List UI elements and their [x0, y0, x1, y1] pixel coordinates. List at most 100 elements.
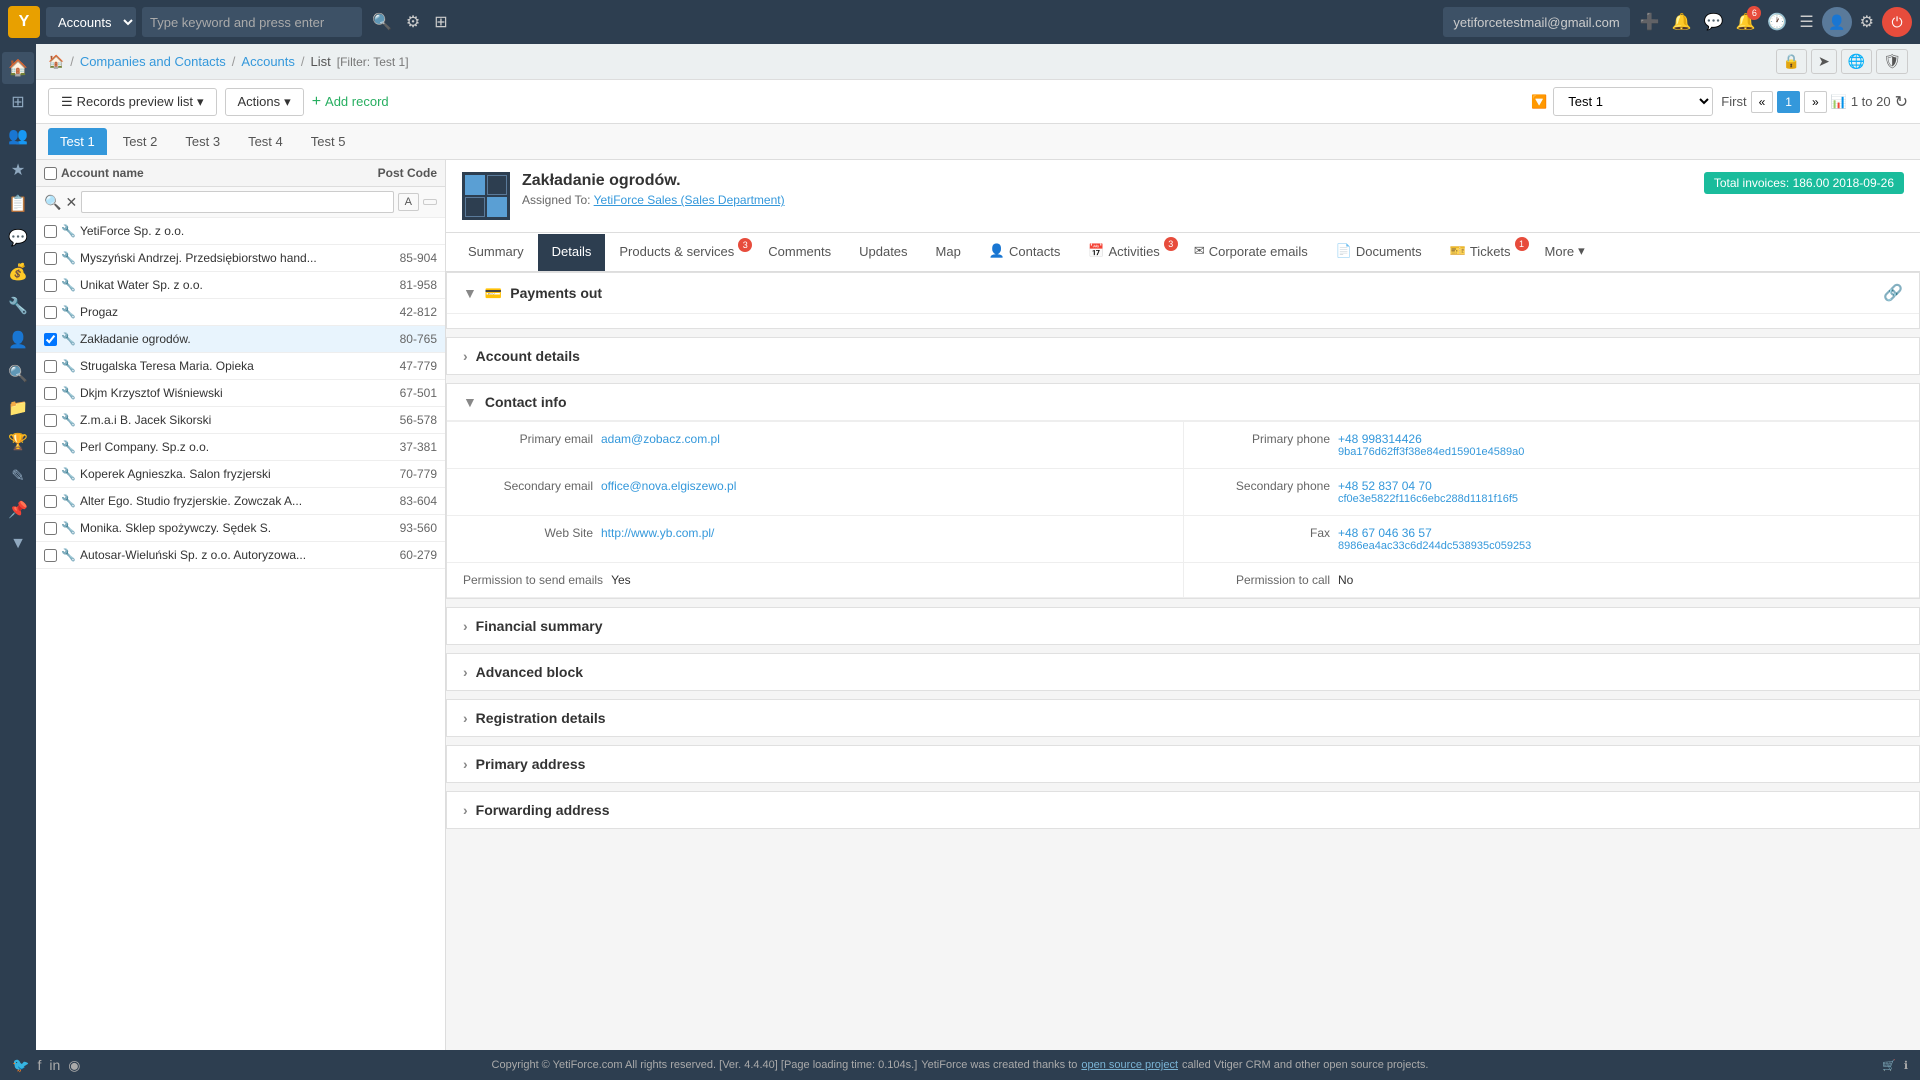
next-page-button[interactable]: » [1804, 91, 1827, 113]
list-item[interactable]: 🔧 Progaz 42-812 [36, 299, 445, 326]
history-icon[interactable]: 🕐 [1763, 8, 1791, 36]
row-checkbox[interactable] [44, 360, 57, 373]
tab-map[interactable]: Map [922, 234, 975, 271]
tab-comments[interactable]: Comments [754, 234, 845, 271]
row-wrench-button[interactable]: 🔧 [61, 332, 76, 346]
list-extra-button[interactable] [423, 199, 437, 205]
tab-activities[interactable]: 📅 Activities 3 [1074, 233, 1179, 271]
list-item[interactable]: 🔧 Monika. Sklep spożywczy. Sędek S. 93-5… [36, 515, 445, 542]
filter-select[interactable]: Test 1 [1553, 87, 1713, 116]
row-wrench-button[interactable]: 🔧 [61, 467, 76, 481]
tab-test5[interactable]: Test 5 [299, 128, 358, 155]
select-all-checkbox[interactable] [44, 167, 57, 180]
sidebar-item-edit[interactable]: ✎ [2, 460, 34, 492]
primary-phone-hash[interactable]: 9ba176d62ff3f38e84ed15901e4589a0 [1338, 446, 1524, 458]
primary-address-header[interactable]: › Primary address [447, 746, 1919, 782]
advanced-block-header[interactable]: › Advanced block [447, 654, 1919, 690]
row-checkbox[interactable] [44, 306, 57, 319]
fax-hash[interactable]: 8986ea4ac33c6d244dc538935c059253 [1338, 540, 1531, 552]
prev-page-button[interactable]: « [1751, 91, 1774, 113]
list-search-icon[interactable]: 🔍 [44, 194, 61, 211]
user-email-button[interactable]: yetiforcetestmail@gmail.com [1443, 7, 1629, 37]
breadcrumb-companies[interactable]: Companies and Contacts [80, 54, 226, 69]
list-item[interactable]: 🔧 Autosar-Wieluński Sp. z o.o. Autoryzow… [36, 542, 445, 569]
fax-link[interactable]: +48 67 046 36 57 [1338, 526, 1432, 540]
twitter-icon[interactable]: 🐦 [12, 1057, 29, 1074]
tab-test2[interactable]: Test 2 [111, 128, 170, 155]
list-item-selected[interactable]: 🔧 Zakładanie ogrodów. 80-765 [36, 326, 445, 353]
list-clear-button[interactable]: ✕ [65, 194, 77, 211]
secondary-email-link[interactable]: office@nova.elgiszewo.pl [601, 479, 736, 493]
payments-out-header[interactable]: ▼ 💳 Payments out 🔗 [447, 273, 1919, 314]
sidebar-item-records[interactable]: 📋 [2, 188, 34, 220]
tab-products[interactable]: Products & services 3 [605, 234, 754, 271]
layout-icon[interactable]: ☰ [1795, 8, 1817, 36]
tab-test4[interactable]: Test 4 [236, 128, 295, 155]
list-item[interactable]: 🔧 Strugalska Teresa Maria. Opieka 47-779 [36, 353, 445, 380]
footer-oss-link[interactable]: open source project [1081, 1059, 1178, 1071]
add-button[interactable]: ➕ [1636, 8, 1664, 36]
tab-updates[interactable]: Updates [845, 234, 921, 271]
registration-details-header[interactable]: › Registration details [447, 700, 1919, 736]
forwarding-address-header[interactable]: › Forwarding address [447, 792, 1919, 828]
row-checkbox[interactable] [44, 279, 57, 292]
tab-summary[interactable]: Summary [454, 234, 538, 271]
sidebar-item-home[interactable]: 🏠 [2, 52, 34, 84]
add-record-button[interactable]: + Add record [312, 93, 389, 111]
linkedin-icon[interactable]: in [49, 1057, 60, 1074]
tab-more[interactable]: More ▾ [1531, 233, 1599, 271]
assigned-to-link[interactable]: YetiForce Sales (Sales Department) [594, 193, 785, 207]
secondary-phone-hash[interactable]: cf0e3e5822f116c6ebc288d1181f16f5 [1338, 493, 1518, 505]
current-page-button[interactable]: 1 [1777, 91, 1800, 113]
sidebar-item-search[interactable]: 🔍 [2, 358, 34, 390]
sidebar-item-messages[interactable]: 💬 [2, 222, 34, 254]
module-select[interactable]: Accounts [46, 7, 136, 37]
sidebar-item-pin[interactable]: 📌 [2, 494, 34, 526]
primary-phone-link[interactable]: +48 998314426 [1338, 432, 1422, 446]
tab-details[interactable]: Details [538, 234, 606, 271]
sidebar-item-favorites[interactable]: ★ [2, 154, 34, 186]
list-item[interactable]: 🔧 Dkjm Krzysztof Wiśniewski 67-501 [36, 380, 445, 407]
list-item[interactable]: 🔧 Koperek Agnieszka. Salon fryzjerski 70… [36, 461, 445, 488]
breadcrumb-lock-icon[interactable]: 🔒 [1776, 49, 1807, 74]
cart-icon[interactable]: 🛒 [1882, 1059, 1896, 1072]
power-icon[interactable]: ⏻ [1882, 7, 1912, 37]
refresh-button[interactable]: ↻ [1895, 92, 1908, 112]
row-wrench-button[interactable]: 🔧 [61, 548, 76, 562]
list-item[interactable]: 🔧 Alter Ego. Studio fryzjerskie. Zowczak… [36, 488, 445, 515]
list-item[interactable]: 🔧 Perl Company. Sp.z o.o. 37-381 [36, 434, 445, 461]
bell-icon[interactable]: 🔔 [1668, 8, 1696, 36]
info-icon[interactable]: ℹ [1904, 1059, 1908, 1072]
breadcrumb-globe-icon[interactable]: 🌐 [1841, 49, 1872, 74]
list-item[interactable]: 🔧 Myszyński Andrzej. Przedsiębiorstwo ha… [36, 245, 445, 272]
chat-icon[interactable]: 💬 [1700, 8, 1728, 36]
sidebar-item-finance[interactable]: 💰 [2, 256, 34, 288]
row-wrench-button[interactable]: 🔧 [61, 521, 76, 535]
contact-info-header[interactable]: ▼ Contact info [447, 384, 1919, 421]
search-input[interactable] [142, 7, 362, 37]
records-preview-button[interactable]: ☰ Records preview list ▾ [48, 88, 217, 116]
tab-test1[interactable]: Test 1 [48, 128, 107, 155]
row-wrench-button[interactable]: 🔧 [61, 440, 76, 454]
row-checkbox[interactable] [44, 252, 57, 265]
row-wrench-button[interactable]: 🔧 [61, 305, 76, 319]
sidebar-item-down[interactable]: ▼ [2, 528, 34, 560]
rss-icon[interactable]: ◉ [68, 1057, 80, 1074]
breadcrumb-shield-icon[interactable]: 🛡 [1876, 49, 1908, 74]
sidebar-item-files[interactable]: 📁 [2, 392, 34, 424]
tab-tickets[interactable]: 🎫 Tickets 1 [1436, 233, 1531, 271]
facebook-icon[interactable]: f [37, 1057, 41, 1074]
breadcrumb-accounts[interactable]: Accounts [241, 54, 294, 69]
grid-view-icon[interactable]: ⊞ [430, 8, 451, 36]
tab-contacts[interactable]: 👤 Contacts [975, 233, 1075, 271]
sidebar-item-contacts[interactable]: 👥 [2, 120, 34, 152]
list-item[interactable]: 🔧 YetiForce Sp. z o.o. [36, 218, 445, 245]
row-checkbox[interactable] [44, 333, 57, 346]
settings-icon[interactable]: ⚙ [1856, 8, 1878, 36]
row-wrench-button[interactable]: 🔧 [61, 251, 76, 265]
row-checkbox[interactable] [44, 549, 57, 562]
user-avatar[interactable]: 👤 [1822, 7, 1852, 37]
sidebar-item-tools[interactable]: 🔧 [2, 290, 34, 322]
row-checkbox[interactable] [44, 468, 57, 481]
tab-test3[interactable]: Test 3 [173, 128, 232, 155]
